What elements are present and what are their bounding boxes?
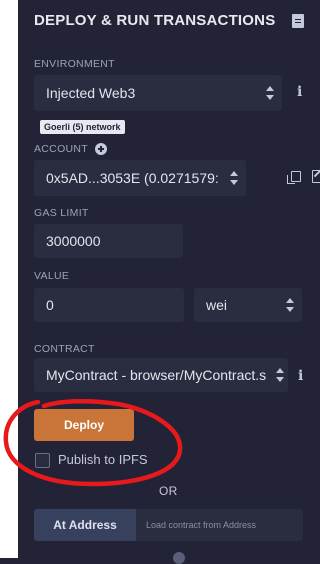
panel-title: DEPLOY & RUN TRANSACTIONS bbox=[34, 12, 276, 29]
value-label: VALUE bbox=[34, 270, 70, 282]
publish-ipfs-checkbox[interactable] bbox=[35, 453, 50, 468]
account-select[interactable]: 0x5AD...3053E (0.0271579: bbox=[34, 160, 246, 196]
select-arrows-icon bbox=[266, 86, 274, 100]
gas-limit-value: 3000000 bbox=[46, 233, 101, 249]
value-unit: wei bbox=[206, 297, 228, 313]
select-arrows-icon bbox=[230, 171, 238, 185]
panel-header: DEPLOY & RUN TRANSACTIONS bbox=[34, 12, 304, 32]
environment-value: Injected Web3 bbox=[46, 85, 136, 101]
select-arrows-icon bbox=[276, 368, 284, 382]
address-placeholder: Load contract from Address bbox=[146, 520, 257, 530]
environment-info-icon[interactable]: i bbox=[297, 84, 302, 100]
scroll-indicator bbox=[173, 552, 185, 564]
deploy-button[interactable]: Deploy bbox=[34, 409, 134, 441]
at-address-button[interactable]: At Address bbox=[34, 509, 136, 541]
value-amount-input[interactable]: 0 bbox=[34, 288, 184, 322]
copy-icon[interactable] bbox=[287, 171, 301, 184]
or-separator: OR bbox=[159, 484, 178, 498]
plus-circle-icon[interactable] bbox=[95, 143, 107, 155]
value-unit-select[interactable]: wei bbox=[194, 288, 302, 322]
select-arrows-icon bbox=[286, 298, 294, 312]
contract-value: MyContract - browser/MyContract.s bbox=[46, 367, 267, 383]
gas-limit-label: GAS LIMIT bbox=[34, 207, 89, 219]
value-amount: 0 bbox=[46, 297, 54, 313]
deploy-run-panel: DEPLOY & RUN TRANSACTIONS ENVIRONMENT In… bbox=[18, 0, 320, 564]
account-label: ACCOUNT bbox=[34, 143, 89, 155]
edit-icon[interactable] bbox=[312, 170, 320, 183]
environment-select[interactable]: Injected Web3 bbox=[34, 75, 282, 111]
environment-label: ENVIRONMENT bbox=[34, 58, 115, 70]
contract-select[interactable]: MyContract - browser/MyContract.s bbox=[34, 358, 288, 392]
publish-ipfs-label[interactable]: Publish to IPFS bbox=[58, 452, 148, 467]
contract-label: CONTRACT bbox=[34, 343, 95, 355]
account-value: 0x5AD...3053E (0.0271579: bbox=[46, 170, 219, 186]
network-badge: Goerli (5) network bbox=[40, 120, 125, 134]
contract-info-icon[interactable]: i bbox=[298, 368, 303, 384]
gas-limit-input[interactable]: 3000000 bbox=[34, 224, 183, 258]
left-sidebar-strip bbox=[0, 0, 18, 558]
file-document-icon[interactable] bbox=[292, 14, 304, 28]
address-input[interactable]: Load contract from Address bbox=[136, 509, 303, 541]
